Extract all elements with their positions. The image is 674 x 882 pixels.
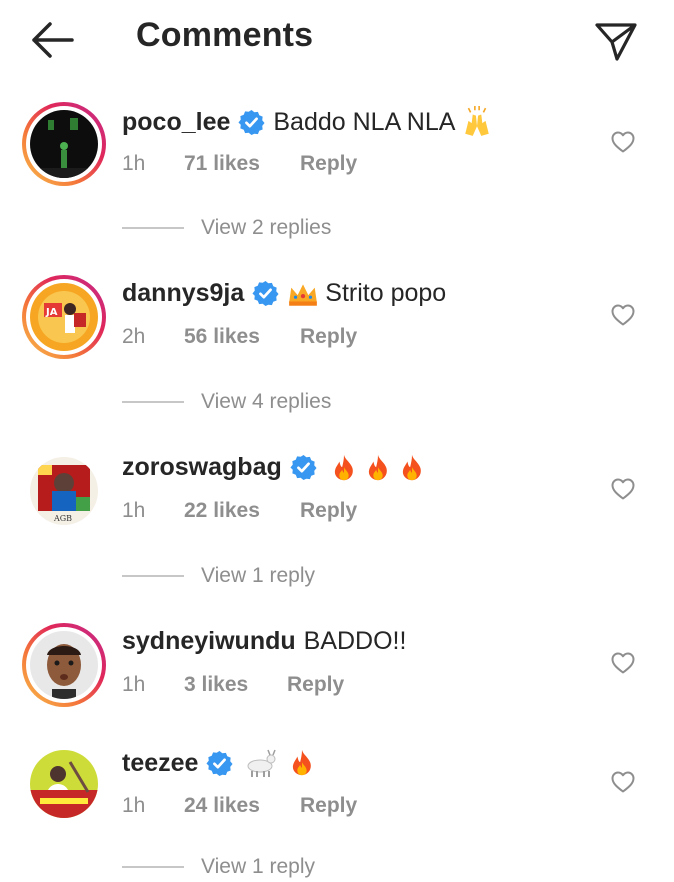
heart-icon[interactable]: [611, 131, 635, 153]
view-replies-button[interactable]: View 2 replies: [122, 213, 331, 243]
comment-item: sydneyiwundu BADDO!! 1h 3 likes Reply: [0, 621, 674, 741]
reply-button[interactable]: Reply: [300, 152, 357, 176]
comment-time: 1h: [122, 794, 146, 817]
avatar-image: [30, 631, 98, 699]
comment-item: JA dannys9ja Strito popo 2h 56 likes Reply: [0, 273, 674, 393]
back-button[interactable]: [28, 18, 76, 62]
divider-line: [122, 401, 184, 403]
view-replies-button[interactable]: View 4 replies: [122, 387, 331, 417]
avatar[interactable]: AGB: [22, 449, 106, 533]
reply-button[interactable]: Reply: [300, 325, 357, 349]
view-replies-label: View 2 replies: [201, 216, 332, 239]
comment-likes[interactable]: 71 likes: [184, 152, 300, 176]
arrow-left-icon: [32, 22, 74, 58]
view-replies-label: View 4 replies: [201, 390, 332, 413]
fire-emoji-icon: [289, 749, 315, 777]
comment-username[interactable]: zoroswagbag: [122, 453, 282, 482]
divider-line: [122, 227, 184, 229]
fire-emoji-icon: [399, 454, 425, 482]
reply-button[interactable]: Reply: [287, 673, 344, 697]
share-button[interactable]: [592, 16, 640, 64]
verified-badge-icon: [238, 109, 265, 136]
comment-time: 1h: [122, 673, 146, 696]
header-bar: Comments: [0, 0, 674, 80]
avatar-image: [30, 110, 98, 178]
avatar[interactable]: [22, 102, 106, 186]
comment-time: 1h: [122, 152, 146, 175]
fire-emoji-icon: [331, 454, 357, 482]
reply-button[interactable]: Reply: [300, 499, 357, 523]
view-replies-button[interactable]: View 1 reply: [122, 852, 315, 882]
view-replies-label: View 1 reply: [201, 564, 316, 587]
avatar[interactable]: [22, 742, 106, 826]
avatar-image: [30, 750, 98, 818]
comment-username[interactable]: sydneyiwundu: [122, 627, 296, 656]
avatar-image: JA: [30, 283, 98, 351]
svg-text:AGB: AGB: [53, 514, 72, 523]
avatar[interactable]: JA: [22, 275, 106, 359]
page-title: Comments: [136, 16, 314, 54]
svg-text:JA: JA: [45, 307, 58, 318]
verified-badge-icon: [206, 750, 233, 777]
reply-button[interactable]: Reply: [300, 794, 357, 818]
heart-icon[interactable]: [611, 771, 635, 793]
comment-likes[interactable]: 22 likes: [184, 499, 300, 523]
view-replies-label: View 1 reply: [201, 855, 316, 878]
comment-time: 2h: [122, 325, 146, 348]
fire-emoji-icon: [365, 454, 391, 482]
comment-text: Baddo NLA NLA: [273, 107, 456, 136]
comment-username[interactable]: dannys9ja: [122, 279, 244, 308]
comment-likes[interactable]: 3 likes: [184, 673, 287, 697]
comment-time: 1h: [122, 499, 146, 522]
comment-username[interactable]: poco_lee: [122, 108, 230, 137]
goat-emoji-icon: [247, 749, 277, 777]
verified-badge-icon: [252, 280, 279, 307]
verified-badge-icon: [290, 454, 317, 481]
heart-icon[interactable]: [611, 304, 635, 326]
send-icon: [595, 23, 637, 61]
comment-likes[interactable]: 56 likes: [184, 325, 300, 349]
comment-item: poco_lee Baddo NLA NLA 1h 71 likes Reply: [0, 100, 674, 220]
comment-likes[interactable]: 24 likes: [184, 794, 300, 818]
heart-icon[interactable]: [611, 652, 635, 674]
comment-username[interactable]: teezee: [122, 749, 198, 778]
avatar-image: AGB: [30, 457, 98, 525]
divider-line: [122, 866, 184, 868]
comment-item: teezee 1h 24 likes Reply: [0, 742, 674, 862]
comment-text: Strito popo: [325, 279, 447, 307]
divider-line: [122, 575, 184, 577]
comment-text: BADDO!!: [303, 627, 407, 655]
crown-emoji-icon: [289, 283, 318, 306]
comment-item: AGB zoroswagbag 1h 22 likes Reply: [0, 447, 674, 567]
heart-icon[interactable]: [611, 478, 635, 500]
avatar[interactable]: [22, 623, 106, 707]
raising-hands-emoji-icon: [465, 106, 490, 136]
view-replies-button[interactable]: View 1 reply: [122, 561, 315, 591]
